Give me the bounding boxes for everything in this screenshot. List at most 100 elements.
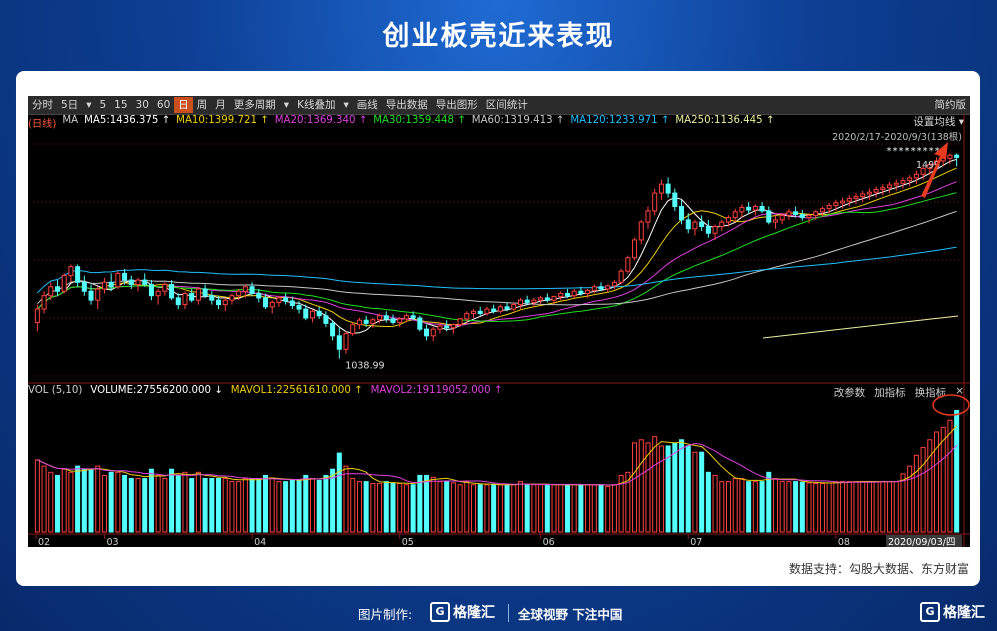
- volume-bar: [752, 481, 758, 533]
- x-tick-label: 05: [402, 537, 414, 547]
- volume-bar: [873, 481, 879, 533]
- volume-bar: [34, 459, 40, 533]
- candle-body: [61, 275, 67, 292]
- candle-body: [853, 196, 859, 199]
- volume-bar: [658, 445, 664, 533]
- volume-bar: [54, 474, 60, 533]
- x-tick-label: 02: [38, 537, 50, 547]
- candle-body: [450, 324, 456, 329]
- volume-bar: [390, 482, 396, 533]
- candle-body: [558, 292, 564, 298]
- candle-body: [564, 292, 570, 297]
- candle-body: [585, 289, 591, 294]
- corner-brand-name: 格隆汇: [943, 605, 985, 621]
- volume-bar: [477, 484, 483, 533]
- x-tick-label: 06: [543, 537, 555, 547]
- candle-body: [330, 322, 336, 337]
- candle-body: [524, 299, 530, 303]
- candle-body: [833, 202, 839, 207]
- volume-bar: [759, 481, 765, 533]
- volume-bar: [169, 468, 175, 533]
- volume-bar: [229, 481, 235, 533]
- candle-body: [222, 299, 228, 306]
- volume-bar: [517, 481, 523, 533]
- candle-body: [363, 319, 369, 324]
- candle-body: [430, 328, 436, 337]
- volume-bar: [920, 447, 926, 533]
- volume-bar: [155, 474, 161, 533]
- volume-bar: [377, 482, 383, 533]
- volume-bar: [450, 482, 456, 533]
- volume-bar: [719, 481, 725, 533]
- volume-bar: [296, 479, 302, 533]
- volume-bar: [81, 468, 87, 533]
- volume-bar: [893, 481, 899, 533]
- candle-body: [323, 315, 329, 324]
- volume-bar: [424, 474, 430, 533]
- volume-bar: [799, 481, 805, 533]
- candle-body: [48, 286, 54, 297]
- candle-body: [242, 286, 248, 292]
- volume-bar: [551, 484, 557, 533]
- candle-body: [148, 284, 154, 297]
- volume-bar: [585, 484, 591, 533]
- volume-bar: [343, 465, 349, 533]
- volume-bar: [182, 471, 188, 533]
- volume-bar: [41, 465, 47, 533]
- candle-body: [873, 189, 879, 193]
- candle-body: [202, 288, 208, 297]
- star-marks: *********: [886, 146, 940, 157]
- candle-body: [511, 304, 517, 310]
- volume-bar: [202, 478, 208, 533]
- volume-bar: [115, 471, 121, 533]
- candle-body: [276, 297, 282, 303]
- candle-body: [410, 315, 416, 319]
- candle-body: [464, 313, 470, 320]
- volume-bar: [189, 478, 195, 533]
- candle-body: [866, 191, 872, 195]
- volume-bar: [598, 484, 604, 533]
- candle-body: [209, 295, 215, 301]
- volume-bar: [511, 484, 517, 533]
- volume-bar: [148, 468, 154, 533]
- candle-body: [115, 272, 121, 288]
- candle-body: [236, 290, 242, 297]
- volume-bar: [793, 481, 799, 533]
- volume-bar: [135, 478, 141, 533]
- volume-bar: [840, 481, 846, 533]
- volume-bar: [860, 481, 866, 533]
- candle-body: [95, 288, 101, 301]
- made-by-label: 图片制作:: [358, 607, 413, 622]
- candle-body: [819, 208, 825, 213]
- candle-body: [679, 205, 685, 221]
- volume-bar: [524, 484, 530, 533]
- ma5-line: [37, 158, 957, 334]
- volume-bar: [162, 478, 168, 533]
- candle-body: [101, 281, 107, 290]
- corner-brand-logo: G 格隆汇: [920, 602, 985, 622]
- volume-bar: [336, 452, 342, 533]
- candle-body: [356, 319, 362, 326]
- volume-bar: [632, 442, 638, 533]
- volume-bar: [236, 481, 242, 533]
- volume-bar: [652, 436, 658, 533]
- candle-body: [887, 184, 893, 189]
- volume-bar: [954, 409, 960, 533]
- volume-bar: [175, 474, 181, 533]
- candle-body: [128, 279, 134, 286]
- volume-bar: [913, 454, 919, 533]
- volume-bar: [484, 484, 490, 533]
- candle-body: [900, 180, 906, 184]
- candle-body: [752, 205, 758, 211]
- volume-bar: [705, 471, 711, 533]
- candle-body: [182, 292, 188, 306]
- volume-bar: [746, 481, 752, 533]
- candle-body: [68, 266, 74, 277]
- candle-body: [759, 205, 765, 212]
- volume-bar: [283, 481, 289, 533]
- candle-body: [725, 217, 732, 223]
- g-logo-icon: G: [430, 602, 450, 622]
- candle-body: [471, 310, 477, 315]
- candle-body: [457, 318, 463, 326]
- volume-bar: [564, 484, 570, 533]
